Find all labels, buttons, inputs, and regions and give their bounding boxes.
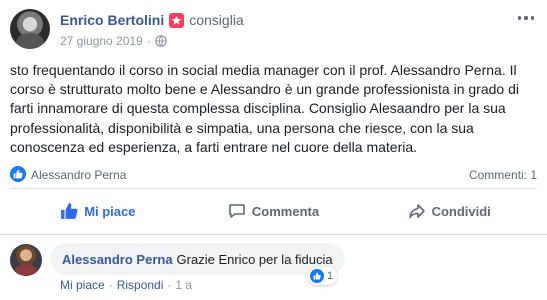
post-meta: 27 giugno 2019 · bbox=[60, 34, 167, 48]
share-button[interactable]: Condividi bbox=[361, 190, 537, 232]
comment-reply-link[interactable]: Rispondi bbox=[117, 278, 164, 292]
comment-bubble: Alessandro Perna Grazie Enrico per la fi… bbox=[50, 243, 345, 275]
author-avatar[interactable] bbox=[10, 9, 50, 49]
author-name[interactable]: Enrico Bertolini bbox=[60, 12, 164, 28]
comment-meta: Mi piace · Rispondi · 1 a bbox=[60, 278, 192, 292]
comment-text: Grazie Enrico per la fiducia bbox=[176, 251, 333, 267]
post-text: sto frequentando il corso in social medi… bbox=[10, 62, 519, 155]
comment-author[interactable]: Alessandro Perna bbox=[62, 252, 173, 267]
comment-button-label: Commenta bbox=[251, 203, 320, 219]
like-button[interactable]: Mi piace bbox=[10, 190, 186, 232]
thumbs-up-icon bbox=[310, 269, 324, 283]
like-reaction-icon[interactable] bbox=[10, 166, 26, 182]
comment-reaction-badge[interactable]: 1 bbox=[308, 267, 338, 285]
author-line: Enrico Bertolini consiglia bbox=[60, 12, 244, 28]
reactions-summary: Alessandro Perna Commenti: 1 bbox=[10, 164, 537, 184]
comment-like-count: 1 bbox=[327, 270, 334, 282]
divider bbox=[10, 188, 537, 189]
recommend-star-icon bbox=[169, 12, 185, 28]
comment-time[interactable]: 1 a bbox=[175, 278, 192, 292]
share-arrow-icon bbox=[408, 204, 425, 219]
share-button-label: Condividi bbox=[431, 203, 491, 219]
meta-separator: · bbox=[108, 278, 113, 292]
post-header: Enrico Bertolini consiglia 27 giugno 201… bbox=[10, 9, 537, 53]
like-button-label: Mi piace bbox=[84, 203, 136, 219]
globe-icon[interactable] bbox=[154, 35, 167, 47]
comment-button[interactable]: Commenta bbox=[186, 190, 362, 232]
post-date[interactable]: 27 giugno 2019 bbox=[60, 34, 143, 48]
comment-bubble-icon bbox=[229, 204, 245, 218]
reactor-names[interactable]: Alessandro Perna bbox=[31, 168, 126, 182]
comments-count[interactable]: Commenti: 1 bbox=[469, 168, 537, 182]
post-actions: Mi piace Commenta Condividi bbox=[10, 190, 537, 232]
more-options-icon[interactable] bbox=[515, 11, 537, 25]
commenter-avatar[interactable] bbox=[10, 244, 42, 276]
comments-section: Alessandro Perna Grazie Enrico per la fi… bbox=[0, 235, 547, 300]
meta-separator: · bbox=[146, 34, 151, 48]
meta-separator: · bbox=[167, 278, 172, 292]
comment-like-link[interactable]: Mi piace bbox=[60, 278, 105, 292]
thumbs-up-icon bbox=[61, 203, 78, 219]
recommend-action: consiglia bbox=[189, 12, 244, 28]
